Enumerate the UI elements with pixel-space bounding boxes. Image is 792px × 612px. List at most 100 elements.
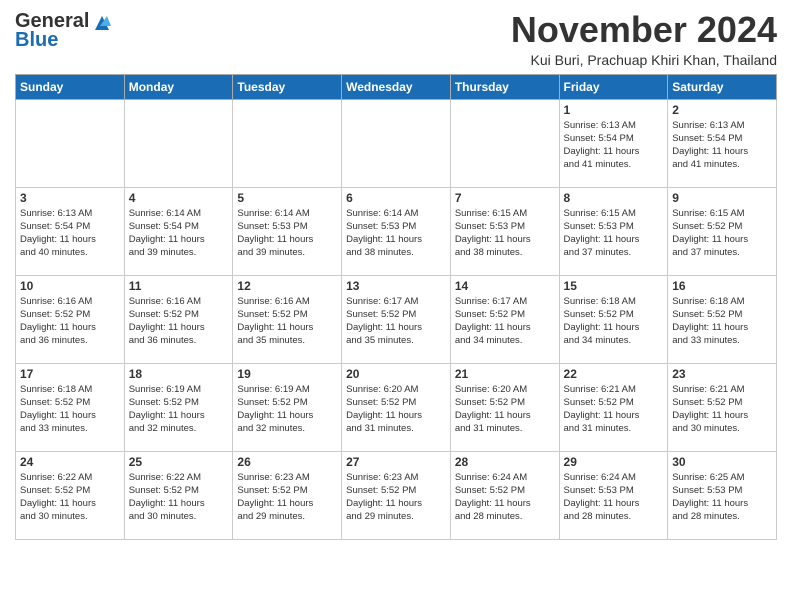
week-row-3: 17 Sunrise: 6:18 AM Sunset: 5:52 PM Dayli… bbox=[16, 363, 777, 451]
calendar-cell: 14 Sunrise: 6:17 AM Sunset: 5:52 PM Dayli… bbox=[450, 275, 559, 363]
day-info: Sunrise: 6:14 AM Sunset: 5:54 PM Dayligh… bbox=[129, 207, 229, 260]
day-info: Sunrise: 6:15 AM Sunset: 5:52 PM Dayligh… bbox=[672, 207, 772, 260]
day-number: 25 bbox=[129, 455, 229, 469]
day-number: 3 bbox=[20, 191, 120, 205]
day-number: 26 bbox=[237, 455, 337, 469]
weekday-header-monday: Monday bbox=[124, 74, 233, 99]
weekday-header-wednesday: Wednesday bbox=[342, 74, 451, 99]
day-info: Sunrise: 6:23 AM Sunset: 5:52 PM Dayligh… bbox=[237, 471, 337, 524]
calendar-cell: 30Sunrise: 6:25 AM Sunset: 5:53 PM Dayli… bbox=[668, 451, 777, 539]
calendar-cell: 21 Sunrise: 6:20 AM Sunset: 5:52 PM Dayli… bbox=[450, 363, 559, 451]
day-number: 2 bbox=[672, 103, 772, 117]
day-number: 21 bbox=[455, 367, 555, 381]
day-info: Sunrise: 6:22 AM Sunset: 5:52 PM Dayligh… bbox=[20, 471, 120, 524]
day-number: 24 bbox=[20, 455, 120, 469]
calendar-cell: 1Sunrise: 6:13 AM Sunset: 5:54 PM Daylig… bbox=[559, 99, 668, 187]
day-info: Sunrise: 6:24 AM Sunset: 5:52 PM Dayligh… bbox=[455, 471, 555, 524]
day-info: Sunrise: 6:24 AM Sunset: 5:53 PM Dayligh… bbox=[564, 471, 664, 524]
day-info: Sunrise: 6:15 AM Sunset: 5:53 PM Dayligh… bbox=[455, 207, 555, 260]
day-number: 20 bbox=[346, 367, 446, 381]
week-row-2: 10 Sunrise: 6:16 AM Sunset: 5:52 PM Dayli… bbox=[16, 275, 777, 363]
day-number: 16 bbox=[672, 279, 772, 293]
calendar-cell bbox=[342, 99, 451, 187]
day-info: Sunrise: 6:25 AM Sunset: 5:53 PM Dayligh… bbox=[672, 471, 772, 524]
calendar-cell: 17 Sunrise: 6:18 AM Sunset: 5:52 PM Dayli… bbox=[16, 363, 125, 451]
day-info: Sunrise: 6:17 AM Sunset: 5:52 PM Dayligh… bbox=[455, 295, 555, 348]
calendar-cell: 3Sunrise: 6:13 AM Sunset: 5:54 PM Daylig… bbox=[16, 187, 125, 275]
week-row-1: 3Sunrise: 6:13 AM Sunset: 5:54 PM Daylig… bbox=[16, 187, 777, 275]
day-number: 4 bbox=[129, 191, 229, 205]
logo-blue: Blue bbox=[15, 29, 58, 52]
weekday-header-saturday: Saturday bbox=[668, 74, 777, 99]
day-info: Sunrise: 6:15 AM Sunset: 5:53 PM Dayligh… bbox=[564, 207, 664, 260]
day-number: 28 bbox=[455, 455, 555, 469]
day-info: Sunrise: 6:21 AM Sunset: 5:52 PM Dayligh… bbox=[564, 383, 664, 436]
logo: General Blue bbox=[15, 10, 113, 52]
day-number: 22 bbox=[564, 367, 664, 381]
day-number: 6 bbox=[346, 191, 446, 205]
day-number: 13 bbox=[346, 279, 446, 293]
day-info: Sunrise: 6:13 AM Sunset: 5:54 PM Dayligh… bbox=[564, 119, 664, 172]
day-number: 7 bbox=[455, 191, 555, 205]
day-info: Sunrise: 6:16 AM Sunset: 5:52 PM Dayligh… bbox=[129, 295, 229, 348]
day-number: 19 bbox=[237, 367, 337, 381]
weekday-header-tuesday: Tuesday bbox=[233, 74, 342, 99]
month-title: November 2024 bbox=[511, 10, 777, 50]
calendar-cell bbox=[233, 99, 342, 187]
day-info: Sunrise: 6:19 AM Sunset: 5:52 PM Dayligh… bbox=[129, 383, 229, 436]
calendar-table: SundayMondayTuesdayWednesdayThursdayFrid… bbox=[15, 74, 777, 540]
day-info: Sunrise: 6:19 AM Sunset: 5:52 PM Dayligh… bbox=[237, 383, 337, 436]
day-number: 9 bbox=[672, 191, 772, 205]
day-info: Sunrise: 6:18 AM Sunset: 5:52 PM Dayligh… bbox=[20, 383, 120, 436]
calendar-cell: 20 Sunrise: 6:20 AM Sunset: 5:52 PM Dayli… bbox=[342, 363, 451, 451]
header: General Blue November 2024 Kui Buri, Pra… bbox=[15, 10, 777, 68]
calendar-cell: 28 Sunrise: 6:24 AM Sunset: 5:52 PM Dayli… bbox=[450, 451, 559, 539]
day-number: 18 bbox=[129, 367, 229, 381]
weekday-header-friday: Friday bbox=[559, 74, 668, 99]
calendar-cell: 11 Sunrise: 6:16 AM Sunset: 5:52 PM Dayli… bbox=[124, 275, 233, 363]
calendar-cell: 10 Sunrise: 6:16 AM Sunset: 5:52 PM Dayli… bbox=[16, 275, 125, 363]
day-info: Sunrise: 6:14 AM Sunset: 5:53 PM Dayligh… bbox=[346, 207, 446, 260]
day-info: Sunrise: 6:18 AM Sunset: 5:52 PM Dayligh… bbox=[672, 295, 772, 348]
calendar-cell: 9 Sunrise: 6:15 AM Sunset: 5:52 PM Daylig… bbox=[668, 187, 777, 275]
week-row-0: 1Sunrise: 6:13 AM Sunset: 5:54 PM Daylig… bbox=[16, 99, 777, 187]
day-info: Sunrise: 6:23 AM Sunset: 5:52 PM Dayligh… bbox=[346, 471, 446, 524]
calendar-cell: 29 Sunrise: 6:24 AM Sunset: 5:53 PM Dayli… bbox=[559, 451, 668, 539]
day-number: 15 bbox=[564, 279, 664, 293]
day-info: Sunrise: 6:18 AM Sunset: 5:52 PM Dayligh… bbox=[564, 295, 664, 348]
day-number: 14 bbox=[455, 279, 555, 293]
day-info: Sunrise: 6:16 AM Sunset: 5:52 PM Dayligh… bbox=[20, 295, 120, 348]
calendar-cell: 19 Sunrise: 6:19 AM Sunset: 5:52 PM Dayli… bbox=[233, 363, 342, 451]
calendar-cell bbox=[450, 99, 559, 187]
day-info: Sunrise: 6:21 AM Sunset: 5:52 PM Dayligh… bbox=[672, 383, 772, 436]
calendar-cell: 23 Sunrise: 6:21 AM Sunset: 5:52 PM Dayli… bbox=[668, 363, 777, 451]
day-info: Sunrise: 6:20 AM Sunset: 5:52 PM Dayligh… bbox=[455, 383, 555, 436]
day-info: Sunrise: 6:14 AM Sunset: 5:53 PM Dayligh… bbox=[237, 207, 337, 260]
day-number: 8 bbox=[564, 191, 664, 205]
calendar-cell: 6 Sunrise: 6:14 AM Sunset: 5:53 PM Daylig… bbox=[342, 187, 451, 275]
calendar-cell: 2Sunrise: 6:13 AM Sunset: 5:54 PM Daylig… bbox=[668, 99, 777, 187]
day-number: 11 bbox=[129, 279, 229, 293]
calendar-cell: 18 Sunrise: 6:19 AM Sunset: 5:52 PM Dayli… bbox=[124, 363, 233, 451]
day-number: 23 bbox=[672, 367, 772, 381]
page: General Blue November 2024 Kui Buri, Pra… bbox=[0, 0, 792, 550]
calendar-cell: 5 Sunrise: 6:14 AM Sunset: 5:53 PM Daylig… bbox=[233, 187, 342, 275]
logo-icon bbox=[91, 12, 113, 34]
day-info: Sunrise: 6:16 AM Sunset: 5:52 PM Dayligh… bbox=[237, 295, 337, 348]
weekday-header-row: SundayMondayTuesdayWednesdayThursdayFrid… bbox=[16, 74, 777, 99]
day-number: 5 bbox=[237, 191, 337, 205]
week-row-4: 24 Sunrise: 6:22 AM Sunset: 5:52 PM Dayli… bbox=[16, 451, 777, 539]
day-info: Sunrise: 6:20 AM Sunset: 5:52 PM Dayligh… bbox=[346, 383, 446, 436]
day-number: 17 bbox=[20, 367, 120, 381]
title-section: November 2024 Kui Buri, Prachuap Khiri K… bbox=[511, 10, 777, 68]
calendar-cell: 16 Sunrise: 6:18 AM Sunset: 5:52 PM Dayli… bbox=[668, 275, 777, 363]
weekday-header-sunday: Sunday bbox=[16, 74, 125, 99]
calendar-cell: 27Sunrise: 6:23 AM Sunset: 5:52 PM Dayli… bbox=[342, 451, 451, 539]
day-number: 29 bbox=[564, 455, 664, 469]
calendar-cell: 24 Sunrise: 6:22 AM Sunset: 5:52 PM Dayli… bbox=[16, 451, 125, 539]
calendar-cell: 12Sunrise: 6:16 AM Sunset: 5:52 PM Dayli… bbox=[233, 275, 342, 363]
location-title: Kui Buri, Prachuap Khiri Khan, Thailand bbox=[511, 52, 777, 68]
calendar-cell: 4 Sunrise: 6:14 AM Sunset: 5:54 PM Daylig… bbox=[124, 187, 233, 275]
day-number: 10 bbox=[20, 279, 120, 293]
calendar-cell: 22 Sunrise: 6:21 AM Sunset: 5:52 PM Dayli… bbox=[559, 363, 668, 451]
